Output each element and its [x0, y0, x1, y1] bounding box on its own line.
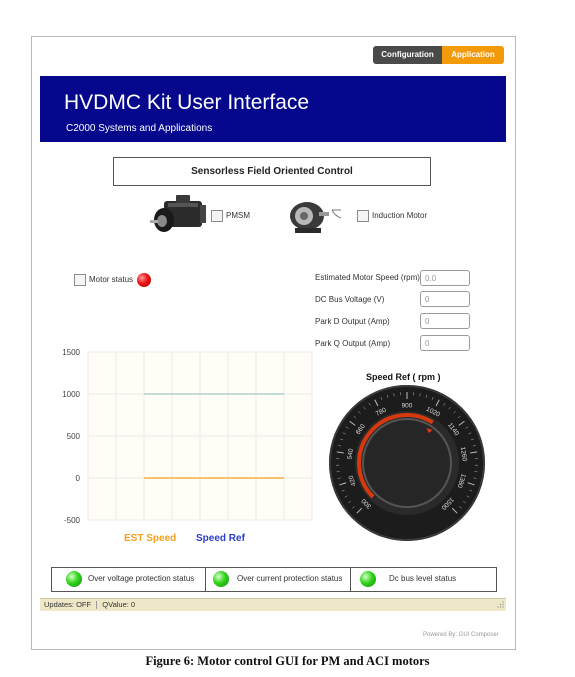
- app-title: HVDMC Kit User Interface: [64, 91, 310, 114]
- resize-grip-icon[interactable]: [497, 600, 505, 608]
- motor-status-checkbox[interactable]: [74, 274, 86, 286]
- knob-dial[interactable]: [362, 418, 452, 508]
- configuration-tab[interactable]: Configuration: [373, 46, 442, 64]
- updates-label: Updates: OFF: [44, 600, 92, 609]
- figure-caption: Figure 6: Motor control GUI for PM and A…: [145, 654, 430, 668]
- application-tab[interactable]: Application: [442, 46, 504, 64]
- speed-ref-title: Speed Ref ( rpm ): [366, 372, 441, 382]
- pmsm-motor-icon: [150, 195, 206, 232]
- updates-divider: [96, 601, 98, 610]
- chart-ytick-label: 1000: [62, 390, 80, 399]
- motor-status-led: [137, 273, 151, 287]
- over-voltage-label: Over voltage protection status: [88, 574, 195, 583]
- dc-bus-level-led: [360, 571, 376, 587]
- park-d-output-label: Park D Output (Amp): [315, 317, 390, 326]
- status-divider: [205, 568, 206, 591]
- speed-ref-knob[interactable]: 300420540660780900 10201140126013801500: [327, 383, 487, 543]
- legend-speed-ref: Speed Ref: [196, 533, 245, 544]
- motor-status-label: Motor status: [89, 275, 134, 284]
- chart-ytick-label: -500: [64, 516, 81, 525]
- updates-status: Updates: OFF QValue: 0: [44, 600, 136, 610]
- over-voltage-led: [66, 571, 82, 587]
- status-divider: [350, 568, 351, 591]
- induction-motor-icon: [290, 202, 342, 233]
- dc-bus-voltage-label: DC Bus Voltage (V): [315, 295, 385, 304]
- knob-tick-label: 900: [402, 403, 413, 410]
- speed-chart: 1500 1000 500 0 -500: [62, 348, 313, 525]
- induction-motor-label: Induction Motor: [372, 211, 428, 220]
- est-speed-field[interactable]: 0.0: [420, 270, 470, 286]
- induction-motor-checkbox[interactable]: [357, 210, 369, 222]
- dc-bus-voltage-field[interactable]: 0: [420, 291, 470, 307]
- chart-ytick-label: 1500: [62, 348, 80, 357]
- qvalue-label: QValue: 0: [102, 600, 136, 609]
- dc-bus-level-label: Dc bus level status: [389, 574, 457, 583]
- pmsm-label: PMSM: [226, 211, 250, 220]
- powered-by: Powered By: GUI Composer: [423, 632, 499, 638]
- control-mode-label: Sensorless Field Oriented Control: [113, 157, 431, 186]
- pmsm-checkbox[interactable]: [211, 210, 223, 222]
- est-speed-label: Estimated Motor Speed (rpm): [315, 273, 420, 282]
- legend-est-speed: EST Speed: [124, 533, 177, 544]
- over-current-label: Over current protection status: [237, 574, 343, 583]
- park-q-output-field[interactable]: 0: [420, 335, 470, 351]
- park-d-output-field[interactable]: 0: [420, 313, 470, 329]
- park-q-output-label: Park Q Output (Amp): [315, 339, 391, 348]
- chart-ytick-label: 500: [67, 432, 81, 441]
- chart-ytick-label: 0: [76, 474, 81, 483]
- over-current-led: [213, 571, 229, 587]
- app-subtitle: C2000 Systems and Applications: [66, 123, 213, 134]
